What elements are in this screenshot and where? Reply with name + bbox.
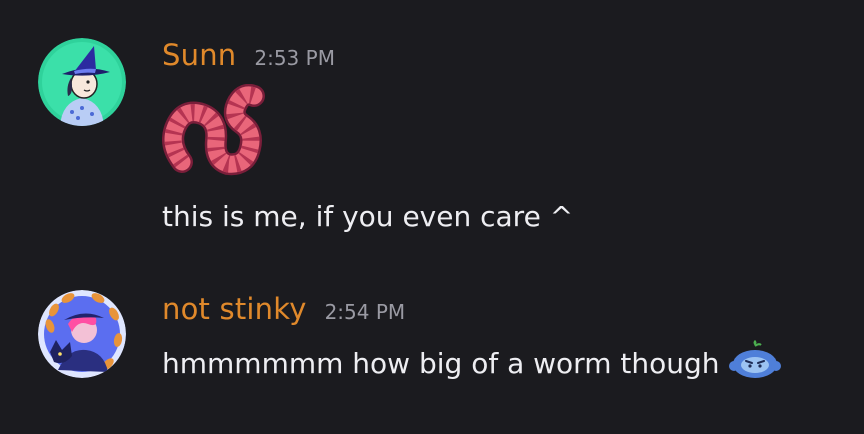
wreath-avatar-icon <box>38 290 126 378</box>
message-header: not stinky 2:54 PM <box>162 292 405 326</box>
message-text: this is me, if you even care ^ <box>162 200 573 233</box>
message-content: this is me, if you even care ^ <box>162 200 574 233</box>
message-not-stinky: not stinky 2:54 PM hmmmmmm how big of a … <box>0 260 864 434</box>
message-sunn: Sunn 2:53 PM this is me, if you even car… <box>0 0 864 260</box>
worm-sticker-icon <box>162 83 266 184</box>
avatar-not-stinky[interactable] <box>38 290 126 378</box>
message-content: hmmmmmm how big of a worm though <box>162 347 720 380</box>
username[interactable]: Sunn <box>162 38 236 72</box>
chat-messages: Sunn 2:53 PM this is me, if you even car… <box>0 0 864 434</box>
grumpy-bot-emoji-icon <box>728 340 782 387</box>
message-text: hmmmmmm how big of a worm though <box>162 340 782 387</box>
avatar-sunn[interactable] <box>38 38 126 126</box>
timestamp: 2:53 PM <box>254 46 335 70</box>
username[interactable]: not stinky <box>162 292 307 326</box>
message-header: Sunn 2:53 PM <box>162 38 335 72</box>
timestamp: 2:54 PM <box>324 300 406 324</box>
witch-avatar-icon <box>38 38 126 126</box>
